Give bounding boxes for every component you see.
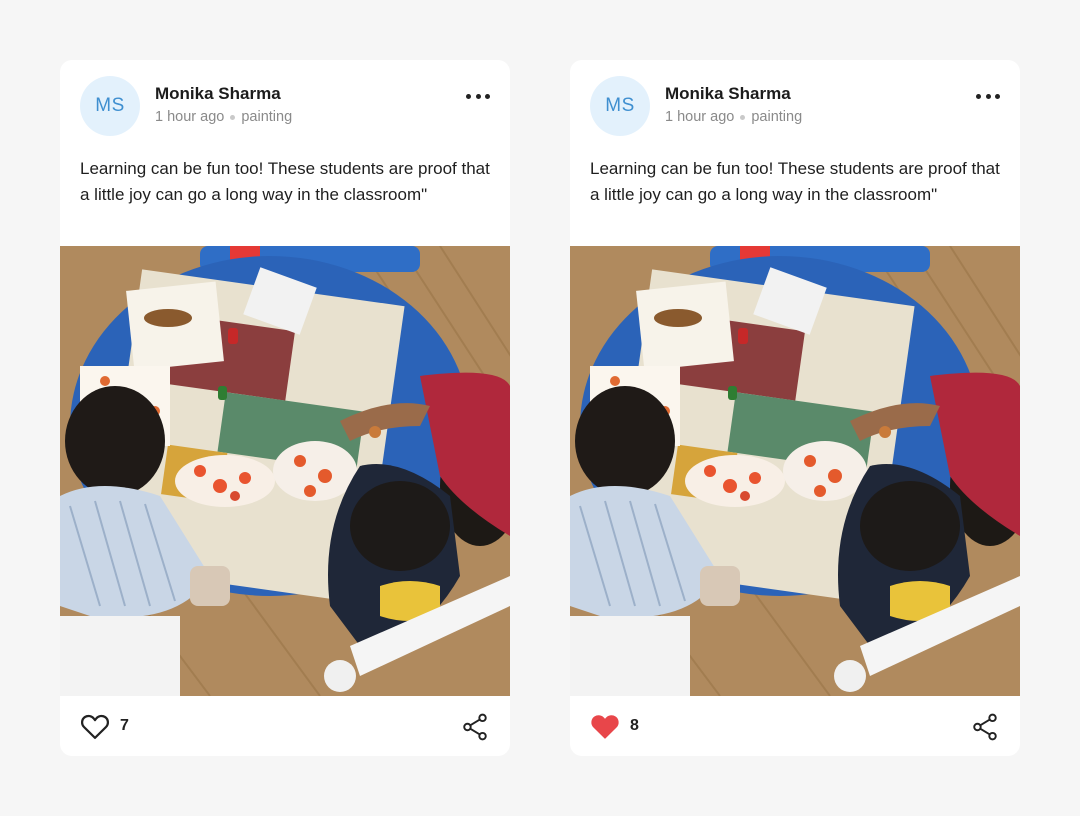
post-text: Learning can be fun too! These students …: [80, 159, 490, 204]
post-meta: 1 hour ago painting: [155, 109, 292, 125]
avatar[interactable]: MS: [590, 76, 650, 136]
share-icon[interactable]: [462, 713, 488, 741]
heart-filled-icon[interactable]: [590, 712, 620, 740]
avatar[interactable]: MS: [80, 76, 140, 136]
post-time: 1 hour ago: [155, 109, 225, 125]
share-icon[interactable]: [972, 713, 998, 741]
separator-dot: [740, 114, 746, 120]
post-footer: 8: [570, 696, 1020, 756]
post-header: MS Monika Sharma 1 hour ago painting: [590, 76, 1000, 136]
post-text: Learning can be fun too! These students …: [590, 159, 1000, 204]
author-name[interactable]: Monika Sharma: [665, 84, 791, 104]
post-meta: 1 hour ago painting: [665, 109, 802, 125]
post-image[interactable]: [60, 246, 510, 696]
post-header: MS Monika Sharma 1 hour ago painting: [80, 76, 490, 136]
like-count: 8: [630, 717, 639, 734]
more-icon[interactable]: [466, 86, 490, 106]
post-image[interactable]: [570, 246, 1020, 696]
post-tag[interactable]: painting: [751, 109, 802, 125]
post-tag[interactable]: painting: [241, 109, 292, 125]
heart-outline-icon[interactable]: [80, 712, 110, 740]
more-icon[interactable]: [976, 86, 1000, 106]
post-card: MS Monika Sharma 1 hour ago painting Lea…: [60, 60, 510, 756]
like-count: 7: [120, 717, 129, 734]
post-time: 1 hour ago: [665, 109, 735, 125]
separator-dot: [230, 114, 236, 120]
author-name[interactable]: Monika Sharma: [155, 84, 281, 104]
post-card: MS Monika Sharma 1 hour ago painting Lea…: [570, 60, 1020, 756]
post-footer: 7: [60, 696, 510, 756]
